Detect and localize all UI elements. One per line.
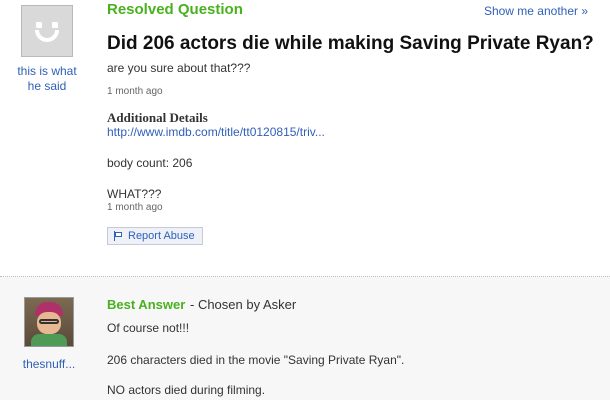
default-avatar-icon[interactable] <box>21 5 73 57</box>
answer-line: Of course not!!! <box>107 321 190 335</box>
flag-cloth <box>115 232 122 237</box>
chosen-by-text: - Chosen by Asker <box>190 297 297 312</box>
asker-profile: this is what he said <box>14 0 80 94</box>
question-body: are you sure about that??? <box>107 61 251 75</box>
best-answer-label: Best Answer <box>107 297 186 312</box>
question-status: Resolved Question <box>107 1 243 18</box>
user-photo-avatar[interactable] <box>24 297 74 347</box>
report-abuse-label: Report Abuse <box>128 230 195 242</box>
question-timestamp: 1 month ago <box>107 86 163 97</box>
answerer-profile: thesnuff... <box>14 277 84 371</box>
additional-details-what: WHAT??? <box>107 187 162 201</box>
report-abuse-button[interactable]: Report Abuse <box>107 227 203 245</box>
best-answer-section: thesnuff... Best Answer - Chosen by Aske… <box>0 277 610 400</box>
show-another-link[interactable]: Show me another » <box>484 4 588 18</box>
additional-details-link[interactable]: http://www.imdb.com/title/tt0120815/triv… <box>107 125 325 139</box>
additional-details-body: body count: 206 <box>107 156 193 170</box>
additional-details-timestamp: 1 month ago <box>107 202 163 213</box>
avatar-eye-left <box>36 22 42 28</box>
answer-line: NO actors died during filming. <box>107 383 266 397</box>
answerer-name-link[interactable]: thesnuff... <box>14 357 84 371</box>
question-section: this is what he said Resolved Question S… <box>0 0 610 276</box>
avatar-shirt <box>31 334 67 346</box>
avatar-smile <box>35 30 59 42</box>
avatar-glasses <box>39 319 59 324</box>
additional-details-heading: Additional Details <box>107 110 208 125</box>
flag-icon <box>114 231 123 241</box>
avatar-eye-right <box>52 22 58 28</box>
answer-line: 206 characters died in the movie "Saving… <box>107 353 405 367</box>
question-title: Did 206 actors die while making Saving P… <box>107 33 594 54</box>
asker-name-link[interactable]: this is what he said <box>14 64 80 94</box>
